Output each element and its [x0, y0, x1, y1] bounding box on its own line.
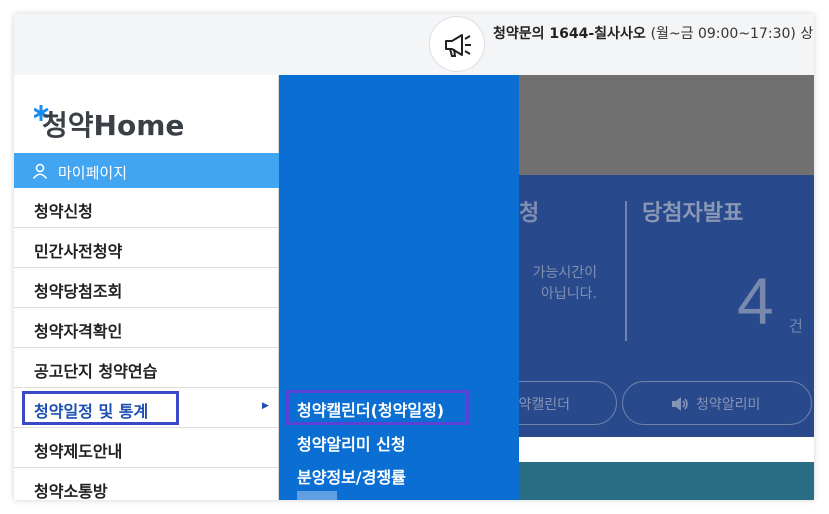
- lower-banner: [519, 462, 814, 500]
- sidebar-item-private-pre-apply[interactable]: 민간사전청약: [14, 228, 279, 268]
- sidebar-item-eligibility-check[interactable]: 청약자격확인: [14, 308, 279, 348]
- mypage-label: 마이페이지: [58, 164, 128, 182]
- sidebar-item-community[interactable]: 청약소통방: [14, 468, 279, 500]
- megaphone-button[interactable]: [429, 16, 485, 72]
- megaphone-icon: [445, 34, 471, 57]
- person-icon: [32, 163, 48, 179]
- chevron-right-icon: ▶: [262, 401, 269, 411]
- calendar-button-label: 약캘린더: [518, 397, 570, 413]
- alarm-button-label: 청약알리미: [696, 397, 761, 413]
- top-notice-bar: 청약문의 1644-칠사사오 (월~금 09:00~17:30) 상: [14, 14, 814, 75]
- sidebar-item-schedule-stats[interactable]: 청약일정 및 통계 ▶: [14, 388, 279, 428]
- sidebar-item-label: 청약일정 및 통계: [34, 402, 149, 421]
- notice-label: 청약문의: [493, 26, 545, 42]
- submenu-item-alarm-apply[interactable]: 청약알리미 신청: [297, 431, 406, 455]
- sidebar-item-system-guide[interactable]: 청약제도안내: [14, 428, 279, 468]
- sidebar-item-label: 공고단지 청약연습: [34, 362, 158, 381]
- sidebar-item-apply[interactable]: 청약신청: [14, 188, 279, 228]
- panel-gap: [519, 437, 814, 462]
- winners-count: 4: [737, 264, 774, 338]
- alarm-button[interactable]: 청약알리미: [622, 381, 812, 425]
- submenu-item-cut-off: [297, 491, 337, 500]
- sidebar-item-label: 청약당첨조회: [34, 282, 123, 301]
- contact-notice: 청약문의 1644-칠사사오 (월~금 09:00~17:30) 상: [493, 24, 813, 44]
- sidebar-item-apply-practice[interactable]: 공고단지 청약연습: [14, 348, 279, 388]
- speaker-icon: [672, 397, 688, 411]
- submenu-item-sale-info[interactable]: 분양정보/경쟁률: [297, 464, 406, 488]
- winners-title: 당첨자발표: [642, 201, 744, 226]
- sidebar-item-label: 민간사전청약: [34, 242, 123, 261]
- logo-graphic: 청약Home: [33, 105, 184, 142]
- apply-title-fragment: 청: [519, 201, 540, 226]
- apply-status-panel: 청 당첨자발표 가능시간이 아닙니다. 4 건 약캘린더 청약알리미: [439, 175, 814, 437]
- sidebar-item-label: 청약신청: [34, 202, 93, 221]
- site-logo[interactable]: 청약Home: [33, 99, 214, 143]
- submenu-item-calendar[interactable]: 청약캘린더(청약일정): [297, 397, 444, 421]
- sidebar-item-winner-lookup[interactable]: 청약당첨조회: [14, 268, 279, 308]
- mypage-button[interactable]: 마이페이지: [14, 153, 279, 188]
- sidebar-item-label: 청약제도안내: [34, 442, 123, 461]
- panel-divider: [625, 201, 627, 341]
- background-main-panel: 청 당첨자발표 가능시간이 아닙니다. 4 건 약캘린더 청약알리미: [439, 75, 814, 500]
- unavailable-notice: 가능시간이 아닙니다.: [532, 265, 597, 302]
- logo-text: 청약Home: [42, 109, 184, 142]
- dimmed-banner: [519, 75, 814, 175]
- sidebar-menu: 청약Home 마이페이지 청약신청 민간사전청약 청약당첨조회 청약자격확인 공…: [14, 75, 279, 500]
- business-hours: (월~금 09:00~17:30) 상: [650, 26, 814, 42]
- page-frame: 청약문의 1644-칠사사오 (월~금 09:00~17:30) 상 청 당첨자…: [14, 14, 814, 500]
- phone-number: 1644-칠사사오: [549, 26, 646, 42]
- winners-count-unit: 건: [789, 317, 803, 335]
- sidebar-item-label: 청약소통방: [34, 482, 108, 500]
- submenu-panel: 청약캘린더(청약일정) 청약알리미 신청 분양정보/경쟁률: [279, 75, 519, 500]
- sidebar-item-label: 청약자격확인: [34, 322, 123, 341]
